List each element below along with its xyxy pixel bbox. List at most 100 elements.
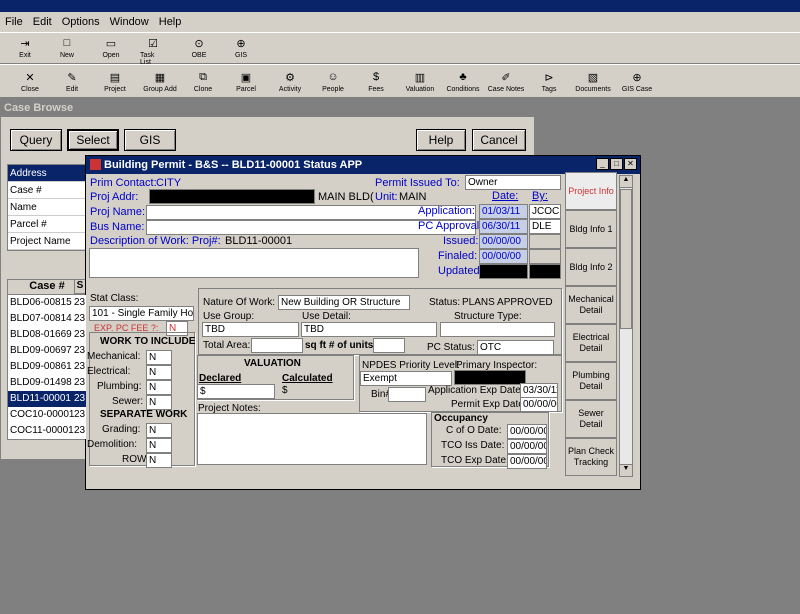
minimize-icon[interactable]: _	[596, 158, 609, 170]
toolbar-close-button[interactable]: ✕ Close	[8, 70, 52, 94]
search-field-address[interactable]: Address	[8, 165, 86, 182]
toolbar-parcel-button[interactable]: ▣ Parcel	[224, 70, 268, 94]
occupancy-input[interactable]: 00/00/00	[507, 454, 547, 469]
tab-plan-check-tracking[interactable]: Plan Check Tracking	[565, 438, 617, 476]
bin-input[interactable]	[388, 387, 426, 402]
toolbar-exit-button[interactable]: ⇥ Exit	[12, 36, 38, 60]
menu-options[interactable]: Options	[57, 16, 105, 28]
search-field-name[interactable]: Name	[8, 199, 86, 216]
toolbar-conditions-button[interactable]: ♣ Conditions	[441, 70, 485, 93]
search-field-parcel[interactable]: Parcel #	[8, 216, 86, 233]
use-detail-input[interactable]: TBD	[301, 322, 437, 337]
total-area-input[interactable]	[251, 338, 303, 353]
gis-button[interactable]: GIS	[124, 129, 176, 151]
use-group-input[interactable]: TBD	[202, 322, 299, 337]
tab-bldg-info-1[interactable]: Bldg Info 1	[565, 210, 617, 248]
units-input[interactable]	[373, 338, 405, 353]
structure-type-input[interactable]	[440, 322, 555, 337]
tabs-scrollbar[interactable]: ▲ ▼	[619, 175, 633, 477]
toolbar-project-button[interactable]: ▤ Project	[93, 70, 137, 94]
tab-electrical-detail[interactable]: Electrical Detail	[565, 324, 617, 362]
permit-exp-input[interactable]: 00/00/00	[520, 397, 558, 412]
work-input[interactable]: N	[146, 380, 172, 395]
toolbar-label: Case Notes	[487, 86, 525, 93]
toolbar-valuation-button[interactable]: ▥ Valuation	[398, 70, 442, 94]
date-field[interactable]: 00/00/00	[479, 234, 528, 249]
toolbar-new-button[interactable]: □ New	[54, 36, 80, 59]
date-label: Finaled:	[438, 250, 478, 262]
scroll-thumb[interactable]	[620, 189, 632, 329]
by-field[interactable]: DLE	[529, 219, 561, 234]
tab-bldg-info-2[interactable]: Bldg Info 2	[565, 248, 617, 286]
binoculars-icon: ⊙	[194, 37, 204, 50]
date-field[interactable]: 00/00/00	[479, 249, 528, 264]
toolbar-edit-button[interactable]: ✎ Edit	[50, 70, 94, 94]
separate-input[interactable]: N	[146, 438, 172, 453]
case-suffix: 23	[74, 343, 86, 359]
toolbar-group-add-button[interactable]: ▦ Group Add	[138, 70, 182, 94]
npdes-input[interactable]: Exempt	[360, 371, 452, 386]
case-number: BLD09-00697	[10, 345, 72, 356]
nature-input[interactable]: New Building OR Structure	[278, 295, 410, 310]
occupancy-input[interactable]: 00/00/00	[507, 424, 547, 439]
separate-input[interactable]: N	[146, 423, 172, 438]
toolbar-people-button[interactable]: ☺ People	[311, 70, 355, 93]
date-field[interactable]: 06/30/11	[479, 219, 528, 234]
select-button[interactable]: Select	[67, 129, 119, 151]
menu-file[interactable]: File	[0, 16, 28, 28]
scroll-up-icon[interactable]: ▲	[620, 176, 632, 188]
tab-project-info[interactable]: Project Info	[565, 172, 617, 210]
toolbar-clone-button[interactable]: ⧉ Clone	[181, 70, 225, 94]
tab-sewer-detail[interactable]: Sewer Detail	[565, 400, 617, 438]
work-input[interactable]: N	[146, 395, 172, 410]
occupancy-input[interactable]: 00/00/00	[507, 439, 547, 454]
case-suffix: 23	[74, 375, 86, 391]
tab-plumbing-detail[interactable]: Plumbing Detail	[565, 362, 617, 400]
work-input[interactable]: N	[146, 365, 172, 380]
help-button[interactable]: Help	[416, 129, 466, 151]
by-field[interactable]	[529, 234, 561, 249]
search-field-project-name[interactable]: Project Name	[8, 233, 86, 250]
scroll-down-icon[interactable]: ▼	[620, 464, 632, 476]
close-window-icon[interactable]: ✕	[624, 158, 637, 170]
toolbar-label: Valuation	[405, 86, 435, 93]
date-field[interactable]: 01/03/11	[479, 204, 528, 219]
menu-edit[interactable]: Edit	[28, 16, 57, 28]
globe-icon: ⊕	[236, 37, 246, 50]
declared-input[interactable]: $	[197, 384, 275, 399]
stat-class-select[interactable]: 101 - Single Family Hous	[89, 306, 194, 321]
toolbar-gis-case-button[interactable]: ⊕ GIS Case	[615, 70, 659, 94]
query-button[interactable]: Query	[10, 129, 62, 151]
by-field[interactable]: JCOC	[529, 204, 561, 219]
maximize-icon[interactable]: □	[610, 158, 623, 170]
toolbar-tags-button[interactable]: ⊳ Tags	[527, 70, 571, 94]
toolbar-label: GIS Case	[621, 86, 653, 93]
occupancy-label: TCO Iss Date:	[441, 440, 505, 451]
pc-status-input[interactable]: OTC	[477, 340, 554, 355]
permit-issued-input[interactable]: Owner	[465, 175, 561, 190]
case-number: COC10-00001	[10, 409, 75, 420]
toolbar-tasklist-button[interactable]: ☑ Task List	[140, 36, 166, 67]
menu-window[interactable]: Window	[105, 16, 154, 28]
description-textarea[interactable]	[89, 248, 419, 278]
toolbar-documents-button[interactable]: ▧ Documents	[571, 70, 615, 94]
work-input[interactable]: N	[146, 350, 172, 365]
by-field[interactable]	[529, 264, 561, 279]
cancel-button[interactable]: Cancel	[472, 129, 526, 151]
permit-app-icon	[90, 159, 101, 170]
menu-help[interactable]: Help	[154, 16, 187, 28]
toolbar-binoculars-button[interactable]: ⊙ OBE	[186, 36, 212, 60]
separate-input[interactable]: N	[146, 453, 172, 468]
toolbar-case-notes-button[interactable]: ✐ Case Notes	[484, 70, 528, 94]
project-notes-textarea[interactable]	[197, 413, 427, 465]
tab-mechanical-detail[interactable]: Mechanical Detail	[565, 286, 617, 324]
by-field[interactable]	[529, 249, 561, 264]
toolbar-globe-button[interactable]: ⊕ GIS	[228, 36, 254, 60]
toolbar-open-button[interactable]: ▭ Open	[98, 36, 124, 60]
toolbar-activity-button[interactable]: ⚙ Activity	[268, 70, 312, 94]
app-exp-input[interactable]: 03/30/11	[520, 383, 558, 398]
search-field-case[interactable]: Case #	[8, 182, 86, 199]
date-field[interactable]	[479, 264, 528, 279]
toolbar-fees-button[interactable]: $ Fees	[354, 70, 398, 93]
clone-icon: ⧉	[199, 70, 207, 83]
